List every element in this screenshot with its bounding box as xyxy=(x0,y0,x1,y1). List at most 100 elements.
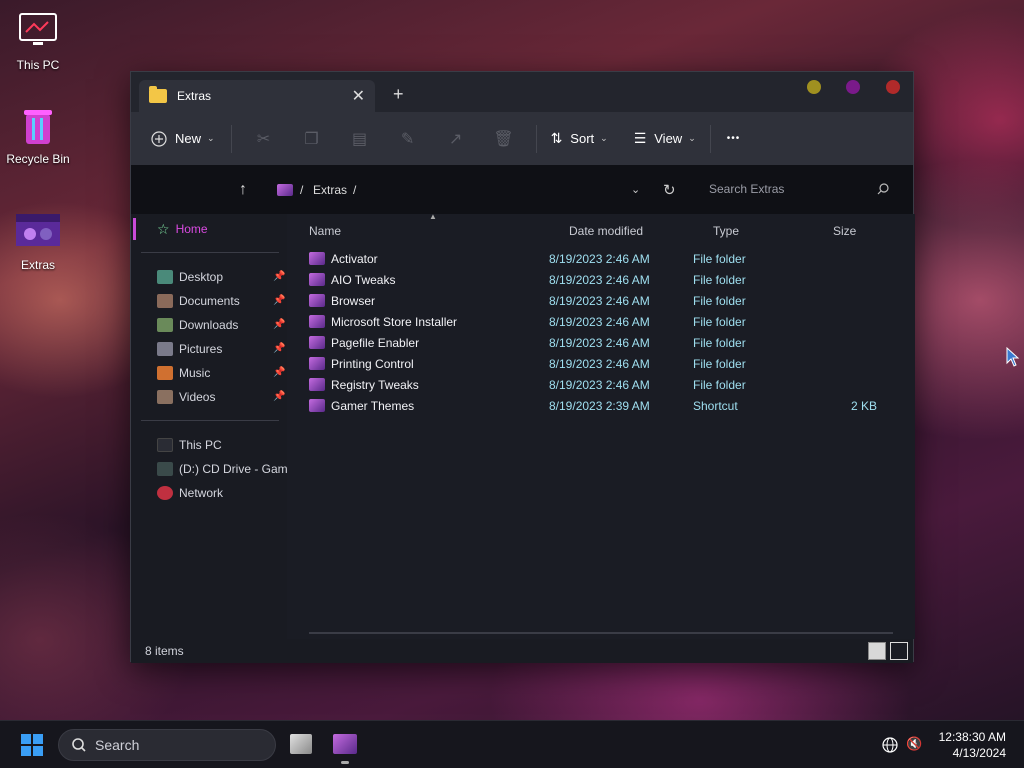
desktop-icon-this-pc[interactable]: This PC xyxy=(0,10,76,72)
nav-home-label: Home xyxy=(175,222,208,236)
nav-item-desktop[interactable]: Desktop xyxy=(157,266,223,288)
file-type: File folder xyxy=(693,293,746,308)
search-input[interactable]: Search Extras xyxy=(697,174,903,204)
file-explorer-window: Extras ✕ + New ⌄ ✂ ❐ ▤ ✎ ↗ 🗑 ⇅ Sort ⌄ ☰ … xyxy=(130,71,915,663)
sort-button[interactable]: ⇅ Sort ⌄ xyxy=(551,130,608,147)
desktop-icon-label: This PC xyxy=(16,58,60,72)
column-header-name[interactable]: Name xyxy=(309,224,341,238)
share-icon[interactable]: ↗ xyxy=(432,129,480,149)
file-row[interactable]: Microsoft Store Installer 8/19/2023 2:46… xyxy=(309,311,903,332)
file-type: File folder xyxy=(693,356,746,371)
copy-icon[interactable]: ❐ xyxy=(288,129,336,149)
file-row[interactable]: Pagefile Enabler 8/19/2023 2:46 AM File … xyxy=(309,332,903,353)
desktop-icon-recycle-bin[interactable]: Recycle Bin xyxy=(0,104,76,166)
search-icon xyxy=(72,738,86,752)
globe-network-icon[interactable] xyxy=(882,737,898,753)
file-row[interactable]: Activator 8/19/2023 2:46 AM File folder xyxy=(309,248,903,269)
column-header-type[interactable]: Type xyxy=(713,224,739,238)
file-row[interactable]: Gamer Themes 8/19/2023 2:39 AM Shortcut … xyxy=(309,395,903,416)
folder-icon xyxy=(149,86,167,103)
file-list: ▲ Name Date modified Type Size Activator… xyxy=(287,212,915,639)
pin-icon[interactable]: 📌 xyxy=(273,343,285,354)
sort-indicator-icon: ▲ xyxy=(429,212,437,221)
address-history-chevron-icon[interactable]: ⌄ xyxy=(631,183,640,196)
sort-icon: ⇅ xyxy=(550,130,563,146)
breadcrumb-separator: / xyxy=(353,182,357,197)
pin-icon[interactable]: 📌 xyxy=(273,295,285,306)
close-window-button[interactable] xyxy=(886,80,900,94)
desktop-icon-extras[interactable]: Extras xyxy=(0,210,76,272)
desktop-icon-label: Recycle Bin xyxy=(6,152,70,166)
file-row[interactable]: Browser 8/19/2023 2:46 AM File folder xyxy=(309,290,903,311)
nav-separator xyxy=(141,252,279,253)
nav-network-label: Network xyxy=(179,486,224,500)
maximize-button[interactable] xyxy=(846,80,860,94)
nav-videos-label: Videos xyxy=(179,390,216,404)
breadcrumb-extras[interactable]: Extras xyxy=(313,183,347,197)
file-type: File folder xyxy=(693,272,746,287)
sort-button-label: Sort xyxy=(570,131,595,146)
folder-icon xyxy=(309,252,325,265)
file-name: Printing Control xyxy=(331,356,414,371)
file-date: 8/19/2023 2:46 AM xyxy=(549,314,650,329)
active-app-indicator xyxy=(341,761,349,764)
details-view-button[interactable] xyxy=(868,642,886,660)
paste-icon[interactable]: ▤ xyxy=(336,129,384,149)
view-button[interactable]: ☰ View ⌄ xyxy=(634,130,696,147)
location-folder-icon xyxy=(277,183,293,196)
view-button-label: View xyxy=(654,131,683,146)
file-name: Pagefile Enabler xyxy=(331,335,420,350)
system-clock[interactable]: 12:38:30 AM 4/13/2024 xyxy=(939,729,1006,761)
close-tab-icon[interactable]: ✕ xyxy=(352,86,365,106)
file-date: 8/19/2023 2:39 AM xyxy=(549,398,650,413)
plus-circle-icon xyxy=(151,130,167,147)
file-row[interactable]: AIO Tweaks 8/19/2023 2:46 AM File folder xyxy=(309,269,903,290)
horizontal-scrollbar[interactable] xyxy=(309,632,893,634)
nav-item-downloads[interactable]: Downloads xyxy=(157,314,238,336)
nav-item-cd-drive[interactable]: (D:) CD Drive - Game xyxy=(157,458,287,480)
cut-icon[interactable]: ✂ xyxy=(240,129,288,149)
volume-muted-icon[interactable]: 🔇 xyxy=(906,736,922,752)
home-selected-indicator xyxy=(133,218,136,240)
taskbar-search-box[interactable]: Search xyxy=(58,729,276,761)
task-view-icon[interactable] xyxy=(290,734,312,754)
start-button[interactable] xyxy=(21,734,43,756)
folder-icon xyxy=(309,315,325,328)
rename-icon[interactable]: ✎ xyxy=(384,129,432,149)
file-type: File folder xyxy=(693,251,746,266)
toolbar-separator xyxy=(709,124,711,153)
column-header-size[interactable]: Size xyxy=(833,224,856,238)
column-header-date[interactable]: Date modified xyxy=(569,224,643,238)
nav-item-videos[interactable]: Videos xyxy=(157,386,215,408)
delete-icon[interactable]: 🗑 xyxy=(480,129,528,149)
nav-item-documents[interactable]: Documents xyxy=(157,290,240,312)
file-type: Shortcut xyxy=(693,398,738,413)
this-pc-icon xyxy=(157,438,173,452)
tab-extras[interactable]: Extras ✕ xyxy=(139,80,375,112)
pin-icon[interactable]: 📌 xyxy=(273,271,285,282)
file-row[interactable]: Printing Control 8/19/2023 2:46 AM File … xyxy=(309,353,903,374)
nav-item-music[interactable]: Music xyxy=(157,362,210,384)
up-arrow-icon[interactable]: ↑ xyxy=(239,181,247,199)
search-icon xyxy=(877,183,889,195)
nav-item-pictures[interactable]: Pictures xyxy=(157,338,222,360)
chevron-down-icon: ⌄ xyxy=(207,133,215,143)
pin-icon[interactable]: 📌 xyxy=(273,319,285,330)
file-type: File folder xyxy=(693,314,746,329)
pin-icon[interactable]: 📌 xyxy=(273,367,285,378)
file-row[interactable]: Registry Tweaks 8/19/2023 2:46 AM File f… xyxy=(309,374,903,395)
new-tab-button[interactable]: + xyxy=(393,84,404,105)
pin-icon[interactable]: 📌 xyxy=(273,391,285,402)
shortcut-icon xyxy=(309,399,325,412)
downloads-icon xyxy=(157,318,173,332)
refresh-icon[interactable]: ↻ xyxy=(663,181,676,199)
more-options-button[interactable]: ••• xyxy=(727,133,741,144)
large-icons-view-button[interactable] xyxy=(890,642,908,660)
minimize-button[interactable] xyxy=(807,80,821,94)
file-name: Gamer Themes xyxy=(331,398,415,413)
nav-item-home[interactable]: ☆ Home xyxy=(157,218,208,240)
nav-item-this-pc[interactable]: This PC xyxy=(157,434,222,456)
new-button[interactable]: New ⌄ xyxy=(151,130,215,147)
file-explorer-taskbar-icon[interactable] xyxy=(333,734,357,754)
nav-item-network[interactable]: Network xyxy=(157,482,223,504)
